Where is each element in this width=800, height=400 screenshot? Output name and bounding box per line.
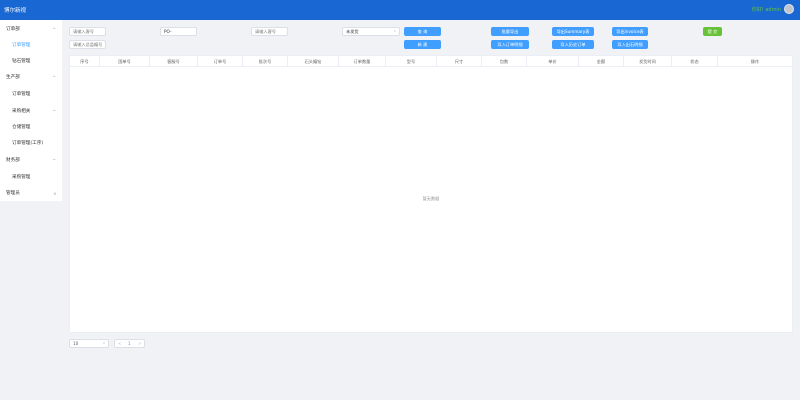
chevron-up-icon: ^: [52, 108, 56, 114]
customer-no-input-2[interactable]: [251, 27, 288, 36]
sidebar-item-label: 财务部: [6, 158, 20, 163]
column-header: 客服号: [150, 56, 198, 67]
column-header: 金额: [579, 56, 624, 67]
column-header: 订单号: [198, 56, 243, 67]
customer-no-input[interactable]: [69, 27, 106, 36]
column-header: 尺寸: [437, 56, 482, 67]
import-stone-detail-button[interactable]: 导入出石明细: [612, 40, 648, 49]
sidebar-group-purchasing[interactable]: 采购相关 ^: [0, 104, 62, 118]
status-select-value: 未发货: [346, 29, 359, 34]
sidebar-group-admin[interactable]: 管理员 v: [0, 186, 62, 200]
status-select[interactable]: 未发货 v: [342, 27, 400, 36]
column-header: 序号: [70, 56, 100, 67]
column-header: 批次号: [243, 56, 288, 67]
sidebar-item-label: 订单管理(工序): [12, 141, 44, 146]
column-header: 状态: [672, 56, 718, 67]
column-header: 发货时间: [624, 56, 672, 67]
column-header: 操作: [750, 59, 760, 64]
sidebar-item-label: 仓储管理: [12, 125, 31, 130]
export-invoice-button[interactable]: 导出invoice表: [612, 27, 648, 36]
pagination: < 1 >: [114, 339, 145, 348]
sidebar-item-production-orders[interactable]: 订单管理: [0, 87, 62, 101]
prev-page-button[interactable]: <: [118, 340, 122, 347]
chevron-down-icon: v: [393, 29, 396, 33]
user-area[interactable]: 你好! admin: [752, 4, 794, 14]
sidebar-item-purchase-management[interactable]: 采购管理: [0, 170, 62, 184]
export-summary-button[interactable]: 导出Summary表: [552, 27, 594, 36]
import-history-button[interactable]: 导入历史订单: [552, 40, 594, 49]
sidebar-item-label: 生产部: [6, 75, 20, 80]
sidebar-item-diamond-management[interactable]: 钻石管理: [0, 54, 62, 68]
empty-state-text: 暂无数据: [422, 196, 440, 201]
sidebar-item-label: 采购相关: [12, 109, 31, 114]
top-bar: 博尔新视 你好! admin: [0, 0, 800, 20]
column-header: 石头编钻: [288, 56, 339, 67]
chevron-down-icon: v: [53, 190, 56, 196]
sidebar-item-order-process[interactable]: 订单管理(工序): [0, 136, 62, 150]
chevron-down-icon: v: [102, 341, 105, 345]
column-header: 包数: [482, 56, 527, 67]
sidebar-item-order-management[interactable]: 订单管理: [0, 38, 62, 52]
brand-title: 博尔新视: [4, 8, 27, 14]
chevron-up-icon: ^: [52, 157, 56, 163]
chevron-up-icon: ^: [52, 26, 56, 32]
submit-button[interactable]: 提 交: [703, 27, 722, 36]
chevron-up-icon: ^: [52, 74, 56, 80]
sidebar-group-orders[interactable]: 订单部 ^: [0, 22, 62, 36]
po-input[interactable]: [160, 27, 197, 36]
next-page-button[interactable]: >: [138, 340, 142, 347]
query-button[interactable]: 查 询: [404, 27, 441, 36]
page-size-value: 10: [73, 341, 79, 346]
sidebar-item-label: 钻石管理: [12, 59, 31, 64]
sidebar-group-finance[interactable]: 财务部 ^: [0, 153, 62, 167]
column-header: 型号: [386, 56, 437, 67]
sidebar-item-warehouse[interactable]: 仓储管理: [0, 120, 62, 134]
import-order-detail-button[interactable]: 导入订单明细: [491, 40, 529, 49]
sidebar-group-production[interactable]: 生产部 ^: [0, 70, 62, 84]
sidebar: 订单部 ^ 订单管理 钻石管理 生产部 ^ 订单管理 采购相关 ^ 仓储管理 订…: [0, 20, 62, 201]
avatar[interactable]: [784, 4, 794, 14]
column-header: 国单号: [100, 56, 150, 67]
sidebar-item-label: 订单管理: [12, 92, 31, 97]
user-name[interactable]: 你好! admin: [752, 6, 781, 13]
page-size-select[interactable]: 10 v: [69, 339, 109, 348]
column-header: 订单数量: [339, 56, 386, 67]
sidebar-item-label: 管理员: [6, 191, 20, 196]
sidebar-item-label: 订单部: [6, 27, 20, 32]
orders-table: 序号 国单号 客服号 订单号 批次号 石头编钻 订单数量 型号 尺寸 包数 单价…: [69, 55, 793, 333]
column-header: 单价: [527, 56, 579, 67]
new-button[interactable]: 新 建: [404, 40, 441, 49]
sidebar-item-label: 订单管理: [12, 43, 31, 48]
table-header: 序号 国单号 客服号 订单号 批次号 石头编钻 订单数量 型号 尺寸 包数 单价…: [70, 56, 792, 67]
sidebar-item-label: 采购管理: [12, 175, 31, 180]
director-no-input[interactable]: [69, 40, 106, 49]
batch-export-button[interactable]: 批量导出: [491, 27, 529, 36]
page-number-current[interactable]: 1: [128, 340, 131, 347]
